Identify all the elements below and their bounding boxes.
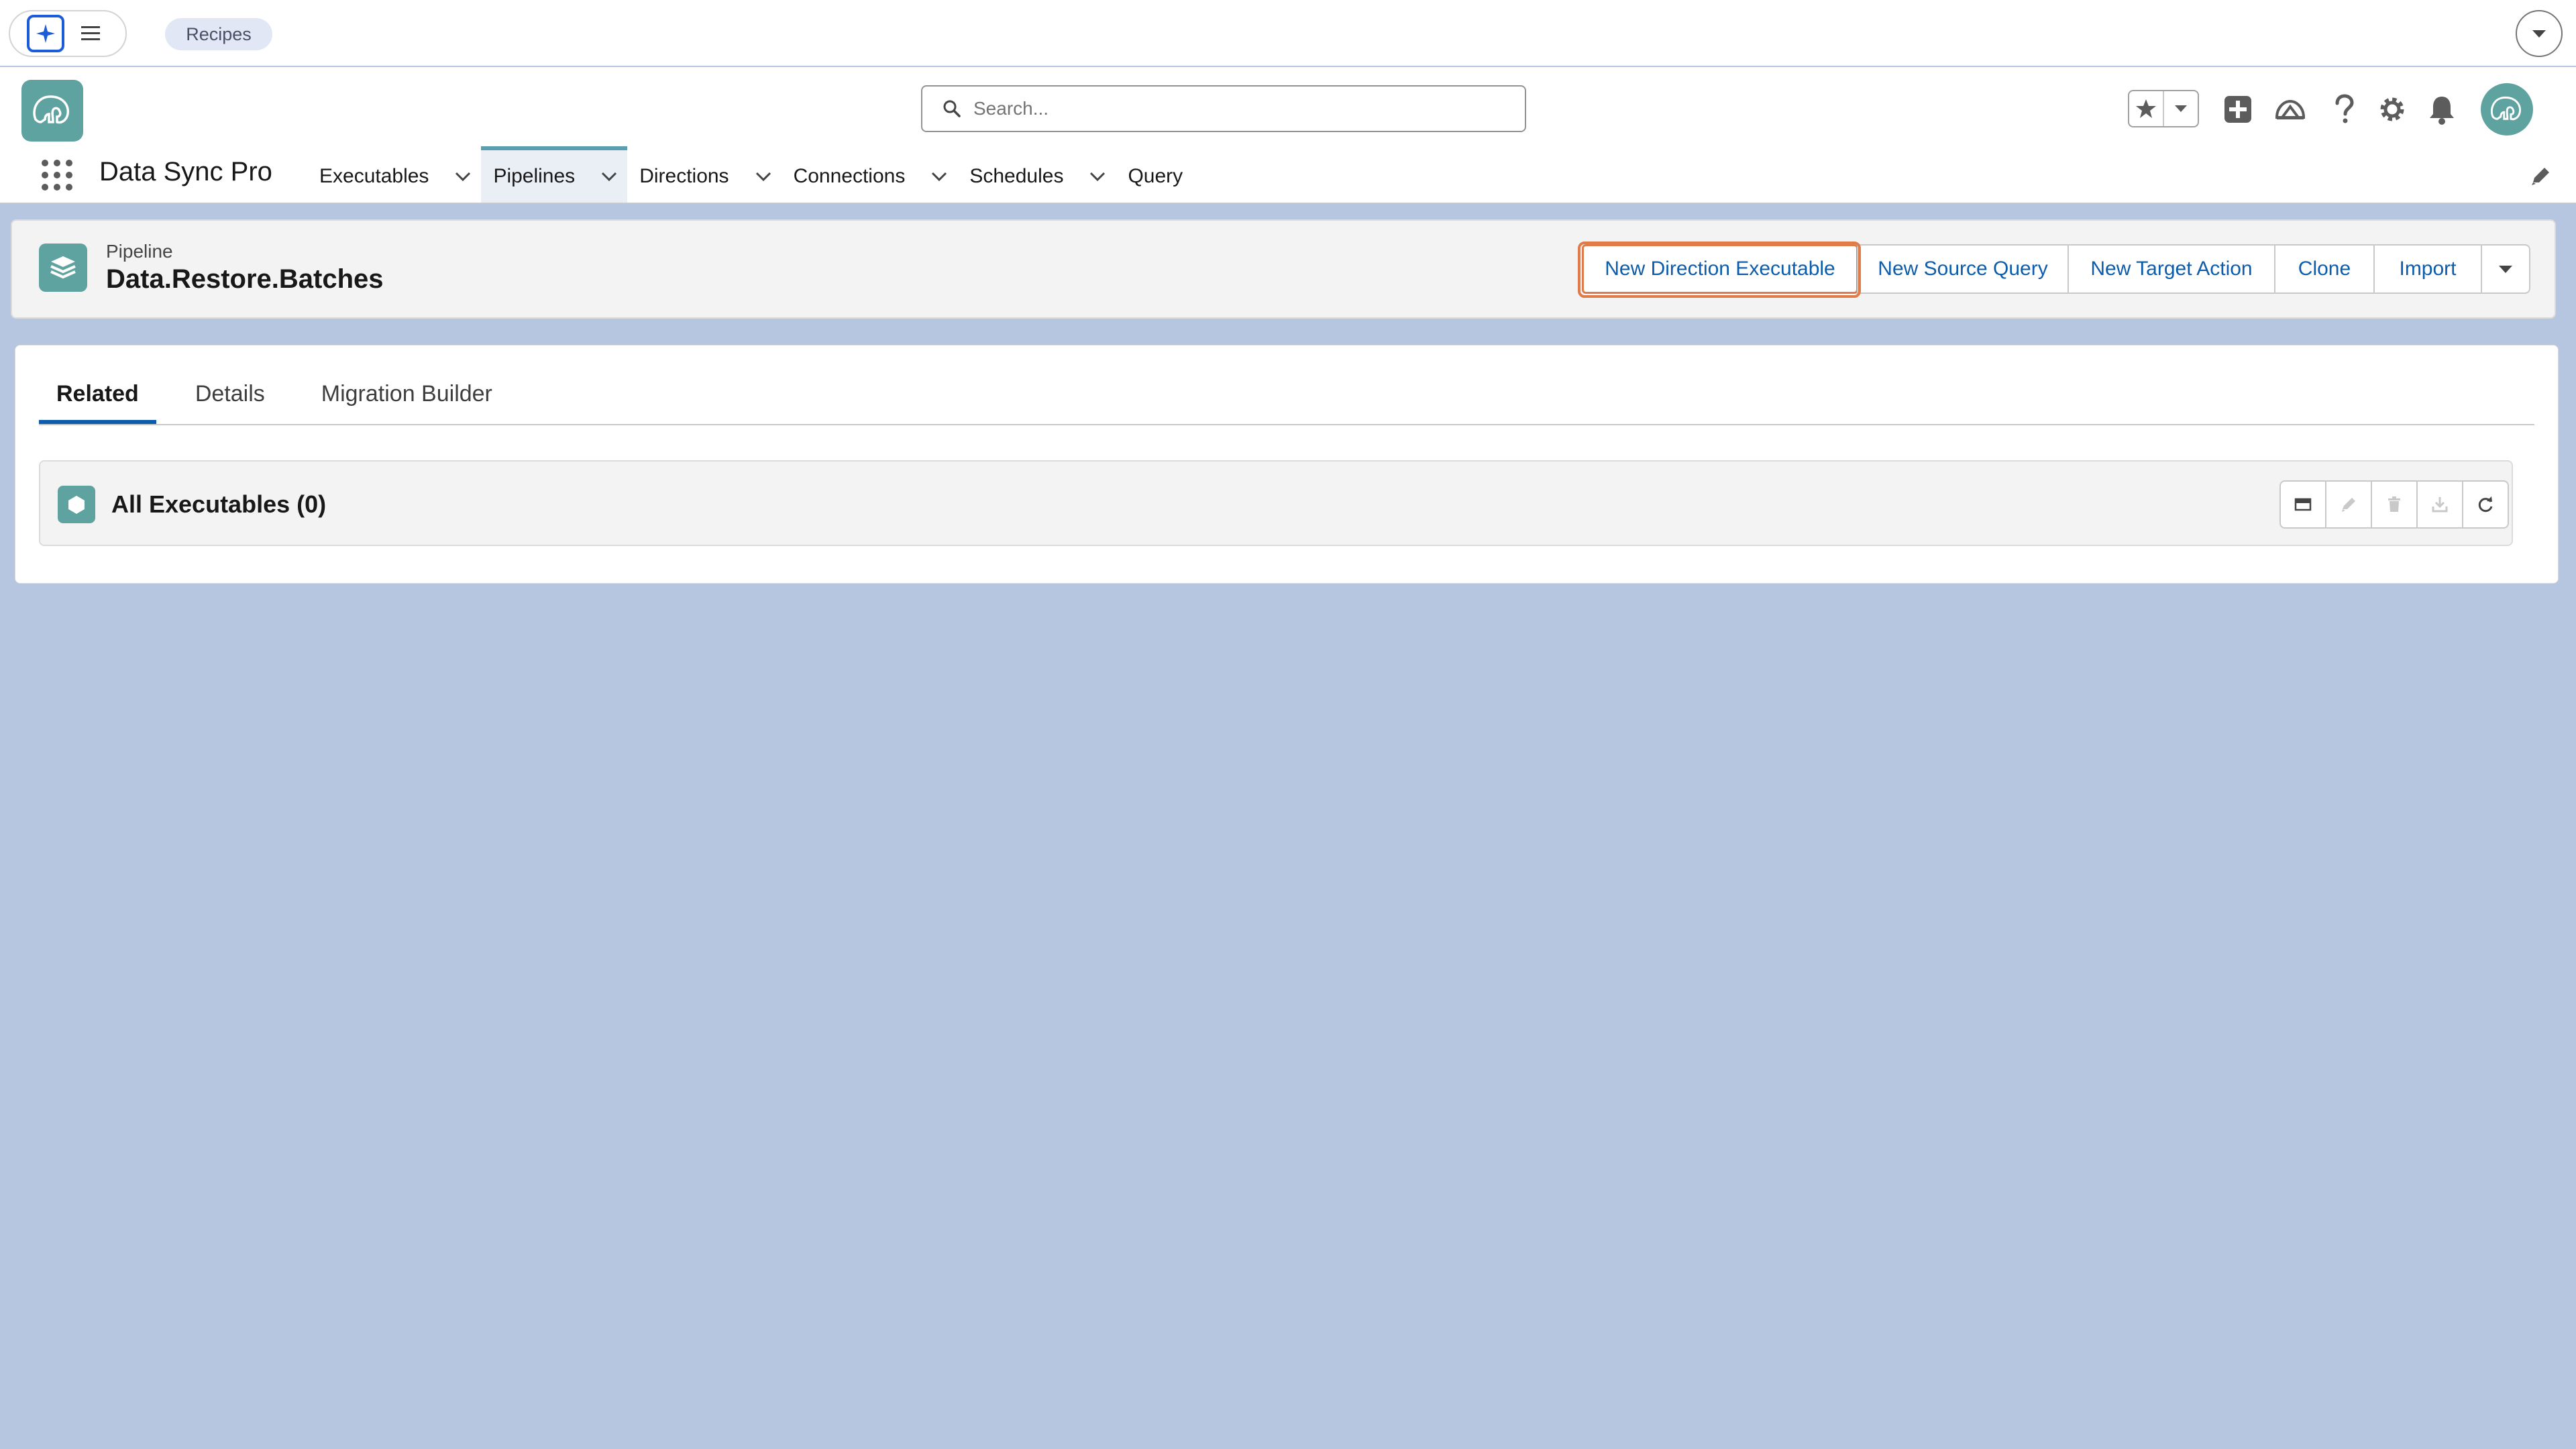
table-view-icon[interactable] xyxy=(2279,480,2326,529)
nav-tab-label: Executables xyxy=(319,165,429,187)
pipeline-stack-icon xyxy=(39,244,87,292)
new-direction-executable-button[interactable]: New Direction Executable xyxy=(1582,244,1858,294)
chevron-down-icon xyxy=(2530,28,2548,40)
nav-tabs: Executables Pipelines Directions Connect… xyxy=(307,146,1192,203)
help-icon[interactable] xyxy=(2324,89,2364,129)
related-list-toolbar xyxy=(2279,480,2509,529)
record-title: Data.Restore.Batches xyxy=(106,264,384,294)
search-icon xyxy=(943,99,961,118)
agent-icon[interactable] xyxy=(27,15,64,52)
clone-button[interactable]: Clone xyxy=(2274,244,2375,294)
nav-tab-label: Directions xyxy=(639,165,729,187)
record-tabs: Related Details Migration Builder xyxy=(39,376,2534,425)
nav-tab-label: Pipelines xyxy=(493,165,576,187)
chevron-down-icon[interactable] xyxy=(755,171,772,182)
app-logo[interactable] xyxy=(21,80,83,142)
refresh-icon[interactable] xyxy=(2462,480,2509,529)
tab-details[interactable]: Details xyxy=(178,376,282,424)
nav-tab-label: Schedules xyxy=(969,165,1064,187)
utility-dropdown-button[interactable] xyxy=(2516,10,2563,57)
executable-hexagon-icon xyxy=(58,486,95,523)
trailhead-icon[interactable] xyxy=(2270,89,2310,129)
record-object-label: Pipeline xyxy=(106,241,173,262)
chevron-down-icon[interactable] xyxy=(454,171,472,182)
new-target-action-button[interactable]: New Target Action xyxy=(2068,244,2275,294)
edit-icon[interactable] xyxy=(2325,480,2372,529)
favorites-menu-chevron-icon[interactable] xyxy=(2164,91,2198,126)
nav-tab-schedules[interactable]: Schedules xyxy=(957,146,1116,203)
app-launcher-waffle-icon[interactable] xyxy=(40,158,74,192)
nav-tab-connections[interactable]: Connections xyxy=(782,146,958,203)
chevron-down-icon[interactable] xyxy=(1089,171,1106,182)
recipes-chip[interactable]: Recipes xyxy=(165,18,272,50)
new-source-query-button[interactable]: New Source Query xyxy=(1857,244,2069,294)
edit-nav-pencil-icon[interactable] xyxy=(2529,165,2552,188)
hamburger-icon[interactable] xyxy=(78,22,103,45)
chevron-down-icon[interactable] xyxy=(600,171,618,182)
nav-tab-directions[interactable]: Directions xyxy=(627,146,781,203)
utility-bar xyxy=(0,0,2576,66)
global-search[interactable] xyxy=(921,85,1526,132)
nav-tab-executables[interactable]: Executables xyxy=(307,146,481,203)
search-input[interactable] xyxy=(972,97,1498,120)
chevron-down-icon xyxy=(2498,264,2514,274)
tab-related[interactable]: Related xyxy=(39,376,156,424)
avatar[interactable] xyxy=(2481,83,2533,136)
related-list-title[interactable]: All Executables (0) xyxy=(111,490,326,519)
nav-tab-label: Connections xyxy=(793,165,906,187)
download-icon[interactable] xyxy=(2416,480,2463,529)
chevron-down-icon[interactable] xyxy=(930,171,948,182)
favorites-group xyxy=(2128,90,2199,127)
related-list-card xyxy=(39,460,2513,546)
app-name: Data Sync Pro xyxy=(99,157,272,186)
delete-icon[interactable] xyxy=(2371,480,2418,529)
nav-tab-label: Query xyxy=(1128,165,1183,187)
nav-tab-query[interactable]: Query xyxy=(1116,146,1192,203)
import-button[interactable]: Import xyxy=(2373,244,2482,294)
more-actions-button[interactable] xyxy=(2481,244,2530,294)
tab-migration-builder[interactable]: Migration Builder xyxy=(304,376,510,424)
setup-gear-icon[interactable] xyxy=(2372,89,2412,129)
nav-tab-pipelines[interactable]: Pipelines xyxy=(481,146,628,203)
favorites-star-icon[interactable] xyxy=(2129,91,2164,126)
record-actions: New Direction Executable New Source Quer… xyxy=(1582,244,2530,294)
notifications-bell-icon[interactable] xyxy=(2422,89,2462,129)
global-add-icon[interactable] xyxy=(2218,89,2258,129)
